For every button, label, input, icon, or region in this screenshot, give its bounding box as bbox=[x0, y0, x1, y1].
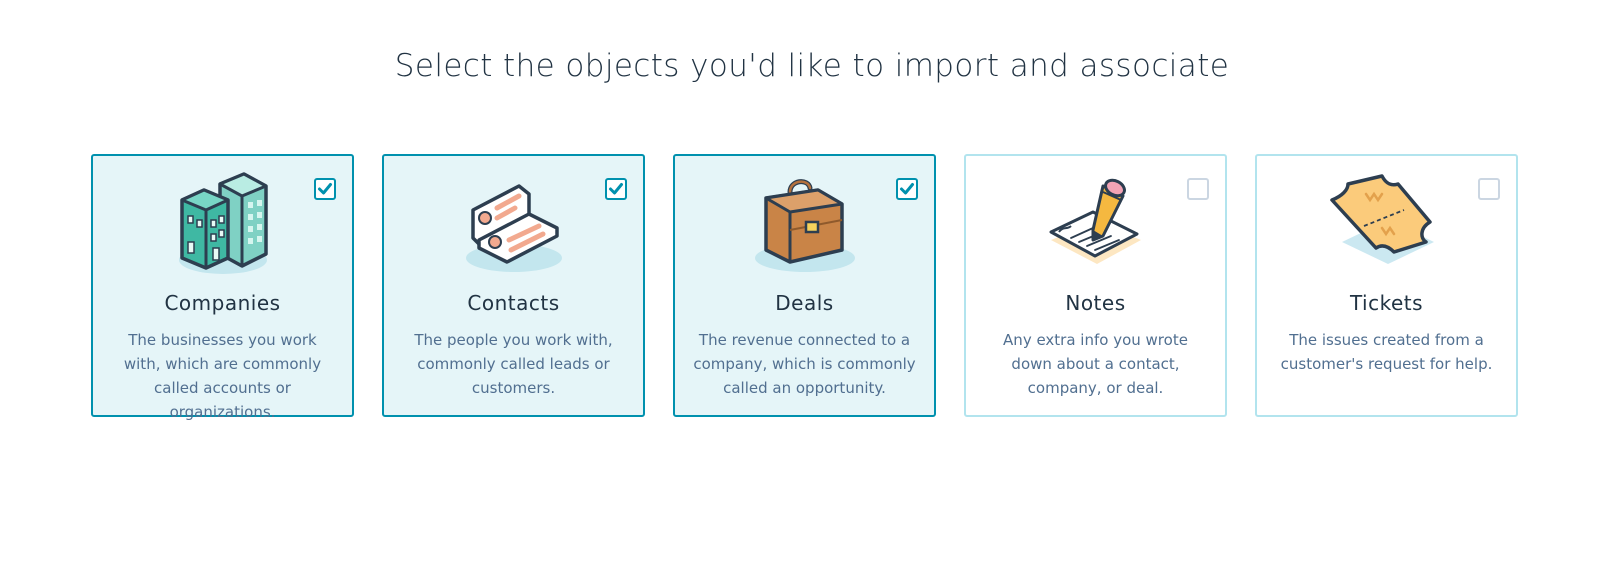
card-description: The businesses you work with, which are … bbox=[123, 331, 322, 421]
card-contacts[interactable]: Contacts The people you work with, commo… bbox=[382, 154, 645, 417]
card-description: Any extra info you wrote down about a co… bbox=[1003, 331, 1188, 397]
card-description: The issues created from a customer's req… bbox=[1280, 331, 1493, 373]
card-title: Deals bbox=[775, 291, 834, 315]
card-title: Tickets bbox=[1349, 291, 1424, 315]
check-icon bbox=[900, 183, 914, 195]
import-objects-page: Select the objects you'd like to import … bbox=[0, 0, 1600, 584]
page-title: Select the objects you'd like to import … bbox=[394, 48, 1230, 84]
card-deals[interactable]: Deals The revenue connected to a company… bbox=[673, 154, 936, 417]
card-notes[interactable]: Notes Any extra info you wrote down abou… bbox=[964, 154, 1227, 417]
tickets-checkbox[interactable] bbox=[1478, 178, 1500, 200]
object-cards: Companies The businesses you work with, … bbox=[91, 154, 1518, 421]
deals-checkbox[interactable] bbox=[896, 178, 918, 200]
card-title: Companies bbox=[164, 291, 281, 315]
card-title: Contacts bbox=[467, 291, 560, 315]
contacts-checkbox[interactable] bbox=[605, 178, 627, 200]
notes-checkbox[interactable] bbox=[1187, 178, 1209, 200]
check-icon bbox=[318, 183, 332, 195]
card-description: The revenue connected to a company, whic… bbox=[693, 331, 916, 397]
companies-checkbox[interactable] bbox=[314, 178, 336, 200]
card-title: Notes bbox=[1065, 291, 1126, 315]
card-tickets[interactable]: Tickets The issues created from a custom… bbox=[1255, 154, 1518, 417]
card-description: The people you work with, commonly calle… bbox=[414, 331, 613, 397]
check-icon bbox=[609, 183, 623, 195]
card-companies[interactable]: Companies The businesses you work with, … bbox=[91, 154, 354, 421]
